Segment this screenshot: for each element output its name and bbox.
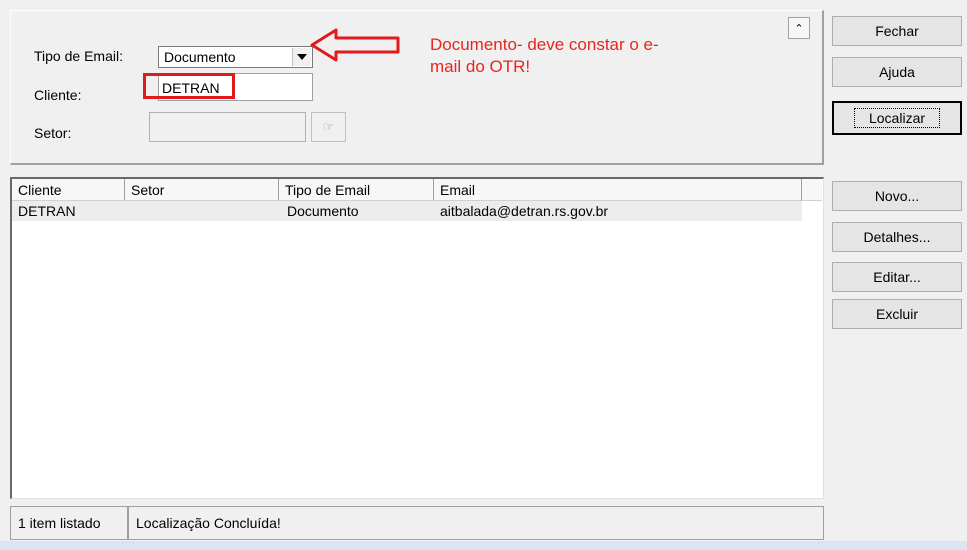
annotation-note: Documento- deve constar o e-mail do OTR! [430, 35, 659, 76]
detalhes-label: Detalhes... [863, 229, 931, 245]
row-tipo-email: Documento [287, 203, 359, 219]
detalhes-button[interactable]: Detalhes... [832, 222, 962, 252]
status-message: Localização Concluída! [128, 506, 824, 540]
results-list[interactable]: Cliente Setor Tipo de Email Email DETRAN… [10, 177, 824, 499]
excluir-label: Excluir [875, 306, 918, 322]
filter-panel: Tipo de Email: Documento Cliente: DETRAN… [10, 10, 824, 165]
collapse-panel-button[interactable]: ⌃ [788, 17, 810, 39]
status-count: 1 item listado [10, 506, 128, 540]
localizar-label: Localizar [853, 108, 941, 128]
tipo-email-label: Tipo de Email: [34, 48, 123, 64]
column-header-email[interactable]: Email [434, 179, 802, 201]
column-header-setor[interactable]: Setor [125, 179, 279, 201]
fechar-label: Fechar [875, 23, 919, 39]
column-header-filler [802, 179, 822, 201]
email-search-window: Tipo de Email: Documento Cliente: DETRAN… [0, 0, 967, 550]
novo-label: Novo... [874, 188, 920, 204]
cliente-label: Cliente: [34, 87, 82, 103]
column-header-tipo-email[interactable]: Tipo de Email [279, 179, 434, 201]
setor-input [149, 112, 306, 142]
annotation-arrow-icon [310, 28, 400, 62]
excluir-button[interactable]: Excluir [832, 299, 962, 329]
hand-pointer-icon: ☞ [322, 119, 335, 134]
window-bottom-edge [0, 541, 967, 550]
column-header-cliente[interactable]: Cliente [12, 179, 125, 201]
editar-button[interactable]: Editar... [832, 262, 962, 292]
fechar-button[interactable]: Fechar [832, 16, 962, 46]
table-row[interactable]: DETRAN Documento aitbalada@detran.rs.gov… [12, 201, 802, 221]
setor-picker-button: ☞ [311, 112, 346, 142]
chevron-down-icon[interactable] [292, 48, 311, 66]
row-email: aitbalada@detran.rs.gov.br [440, 203, 609, 219]
ajuda-label: Ajuda [879, 64, 915, 80]
setor-label: Setor: [34, 125, 72, 141]
double-chevron-up-icon: ⌃ [794, 22, 804, 35]
tipo-email-select[interactable]: Documento [158, 46, 313, 68]
novo-button[interactable]: Novo... [832, 181, 962, 211]
tipo-email-value: Documento [164, 49, 236, 65]
row-cliente: DETRAN [18, 203, 76, 219]
editar-label: Editar... [873, 269, 921, 285]
ajuda-button[interactable]: Ajuda [832, 57, 962, 87]
cliente-highlight-box [143, 73, 235, 99]
localizar-button[interactable]: Localizar [832, 101, 962, 135]
